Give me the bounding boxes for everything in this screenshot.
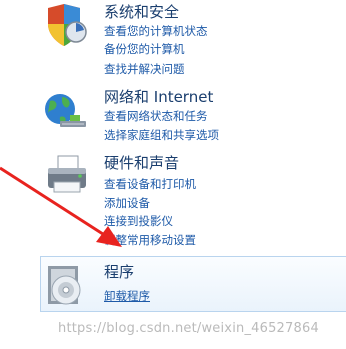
watermark-text: https://blog.csdn.net/weixin_46527864 — [58, 321, 319, 336]
category-network-internet: 网络和 Internet 查看网络状态和任务 选择家庭组和共享选项 — [0, 85, 346, 145]
link-add-device[interactable]: 添加设备 — [104, 196, 150, 210]
category-programs: 程序 卸载程序 — [0, 256, 346, 312]
link-uninstall-program[interactable]: 卸载程序 — [104, 289, 150, 303]
shield-icon[interactable] — [40, 2, 90, 48]
link-connect-projector[interactable]: 连接到投影仪 — [104, 214, 173, 228]
category-title[interactable]: 网络和 Internet — [104, 88, 213, 106]
category-system-security: 系统和安全 查看您的计算机状态 备份您的计算机 查找并解决问题 — [0, 0, 346, 80]
link-mobility-settings[interactable]: 调整常用移动设置 — [104, 233, 196, 247]
link-view-network-status[interactable]: 查看网络状态和任务 — [104, 109, 208, 123]
link-homegroup-sharing[interactable]: 选择家庭组和共享选项 — [104, 128, 219, 142]
link-find-fix-problems[interactable]: 查找并解决问题 — [104, 62, 185, 76]
printer-icon[interactable] — [40, 154, 90, 200]
category-title[interactable]: 硬件和声音 — [104, 154, 179, 172]
programs-disc-icon[interactable] — [44, 262, 94, 308]
category-title[interactable]: 系统和安全 — [104, 3, 179, 21]
link-devices-printers[interactable]: 查看设备和打印机 — [104, 177, 196, 191]
link-view-computer-status[interactable]: 查看您的计算机状态 — [104, 24, 208, 38]
network-globe-icon[interactable] — [40, 91, 90, 137]
category-hardware-sound: 硬件和声音 查看设备和打印机 添加设备 连接到投影仪 调整常用移动设置 — [0, 152, 346, 248]
category-title[interactable]: 程序 — [104, 263, 134, 281]
link-backup-computer[interactable]: 备份您的计算机 — [104, 42, 185, 56]
